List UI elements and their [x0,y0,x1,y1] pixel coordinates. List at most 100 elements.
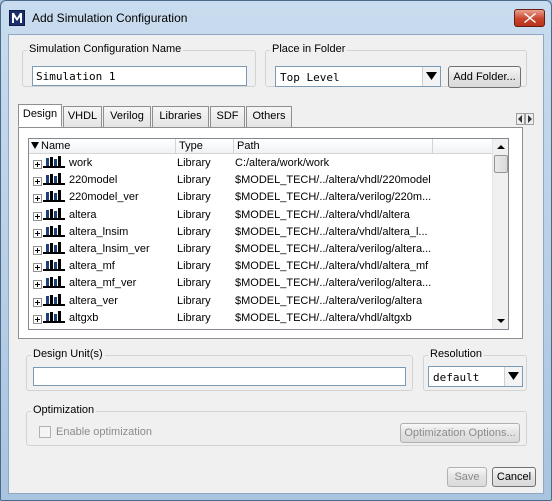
library-path: $MODEL_TECH/../altera/vhdl/altera_l... [235,225,428,238]
cancel-button[interactable]: Cancel [492,467,536,487]
scroll-thumb[interactable] [494,155,508,173]
library-path: $MODEL_TECH/../altera/vhdl/altera_mf [235,260,429,273]
sim-config-name-label: Simulation Configuration Name [27,43,184,55]
library-type: Library [177,225,211,238]
plus-expander-icon[interactable] [33,263,42,273]
library-name: altera_mf_ver [69,277,137,290]
enable-optimization-checkbox[interactable] [39,426,51,438]
tab-sdf[interactable]: SDF [210,106,245,127]
library-name: 220model_ver [69,191,139,204]
plus-expander-icon[interactable] [33,160,42,169]
down-arrow-icon [497,319,505,323]
plus-expander-icon[interactable] [33,297,42,307]
add-folder-button[interactable]: Add Folder... [448,66,521,88]
plus-expander-icon[interactable] [33,280,42,290]
optimization-label: Optimization [31,404,97,416]
down-arrow-icon [426,72,437,80]
column-header-path[interactable]: Path [234,139,433,154]
list-item[interactable]: work Library C:/altera/work/work [29,155,508,172]
library-name: altera_ver [69,294,118,307]
library-icon [43,310,65,323]
modelsim-icon [9,10,25,26]
column-name-label: Name [41,140,71,152]
title-bar[interactable]: Add Simulation Configuration [1,1,551,35]
library-path: $MODEL_TECH/../altera/vhdl/altera [235,208,410,221]
resolution-label: Resolution [428,348,484,360]
library-name: work [69,157,93,169]
library-name: altgxb [69,311,99,324]
library-icon [43,190,65,203]
design-unit-input[interactable] [33,367,406,386]
chevron-right-icon [528,115,532,123]
plus-expander-icon[interactable] [33,314,42,324]
list-item[interactable]: altera_lnsim Library $MODEL_TECH/../alte… [29,224,508,241]
scroll-down-button[interactable] [493,313,508,329]
resolution-select-dropdown[interactable] [504,367,522,386]
library-type: Library [177,311,211,324]
folder-select-dropdown[interactable] [422,67,440,86]
sort-down-icon [31,142,39,149]
library-path: $MODEL_TECH/../altera/verilog/220m... [235,191,432,204]
column-header-name[interactable]: Name [29,139,176,154]
list-item[interactable]: 220model_ver Library $MODEL_TECH/../alte… [29,189,508,206]
down-arrow-icon [508,372,519,380]
plus-expander-icon[interactable] [33,194,42,204]
library-name: altera_lnsim [69,225,129,238]
library-list-scrollbar[interactable] [492,139,508,329]
plus-expander-icon[interactable] [33,211,42,221]
library-list[interactable]: Name Type Path work Library C:/altera/wo… [28,138,509,330]
folder-select-value: Top Level [280,71,340,84]
resolution-select-value: default [433,371,480,384]
plus-expander-icon[interactable] [33,245,42,255]
list-item[interactable]: 220model Library $MODEL_TECH/../altera/v… [29,172,508,189]
tab-scroll-right[interactable] [525,113,534,125]
tab-verilog[interactable]: Verilog [103,106,151,127]
column-header-type[interactable]: Type [176,139,234,154]
list-item[interactable]: altgxb Library $MODEL_TECH/../altera/vhd… [29,310,508,327]
plus-expander-icon[interactable] [33,228,42,238]
library-type: Library [177,157,211,169]
tab-scroll-left[interactable] [516,113,525,125]
chevron-left-icon [518,115,522,123]
tab-others[interactable]: Others [246,106,292,127]
library-type: Library [177,208,211,221]
library-path: $MODEL_TECH/../altera/verilog/altera... [235,277,432,290]
library-path: C:/altera/work/work [235,157,330,169]
scroll-up-button[interactable] [493,139,508,155]
library-list-header: Name Type Path [29,139,508,154]
tab-design[interactable]: Design [18,104,62,127]
plus-expander-icon[interactable] [33,177,42,187]
list-item[interactable]: altera Library $MODEL_TECH/../altera/vhd… [29,207,508,224]
list-item[interactable]: altera_mf Library $MODEL_TECH/../altera/… [29,258,508,275]
optimization-options-button[interactable]: Optimization Options... [400,423,520,443]
library-icon [43,207,65,220]
close-button[interactable] [514,9,545,27]
library-icon [43,156,65,168]
dialog-client-area: Simulation Configuration Name Simulation… [8,34,544,494]
tab-libraries[interactable]: Libraries [152,106,209,127]
library-path: $MODEL_TECH/../altera/verilog/altera [235,294,423,307]
dialog-window: Add Simulation Configuration Simulation … [0,0,552,501]
folder-select[interactable]: Top Level [275,66,441,87]
library-icon [43,224,65,237]
design-unit-label: Design Unit(s) [31,348,105,360]
list-item[interactable]: altera_lnsim_ver Library $MODEL_TECH/../… [29,241,508,258]
library-type: Library [177,174,211,187]
list-item[interactable]: altera_ver Library $MODEL_TECH/../altera… [29,293,508,310]
library-path: $MODEL_TECH/../altera/verilog/altera... [235,242,432,255]
up-arrow-icon [497,145,505,149]
library-name: altera_lnsim_ver [69,242,150,255]
library-type: Library [177,277,211,290]
sim-config-name-input[interactable]: Simulation 1 [32,66,247,86]
resolution-select[interactable]: default [428,366,523,387]
tab-vhdl[interactable]: VHDL [63,106,102,127]
design-tab-page: Name Type Path work Library C:/altera/wo… [18,127,523,339]
library-icon [43,276,65,289]
library-path: $MODEL_TECH/../altera/vhdl/altgxb [235,311,412,324]
library-type: Library [177,191,211,204]
save-button[interactable]: Save [447,467,487,487]
library-icon [43,293,65,306]
list-item[interactable]: altera_mf_ver Library $MODEL_TECH/../alt… [29,275,508,292]
library-icon [43,259,65,272]
library-list-body: work Library C:/altera/work/work 220mode… [29,155,508,327]
